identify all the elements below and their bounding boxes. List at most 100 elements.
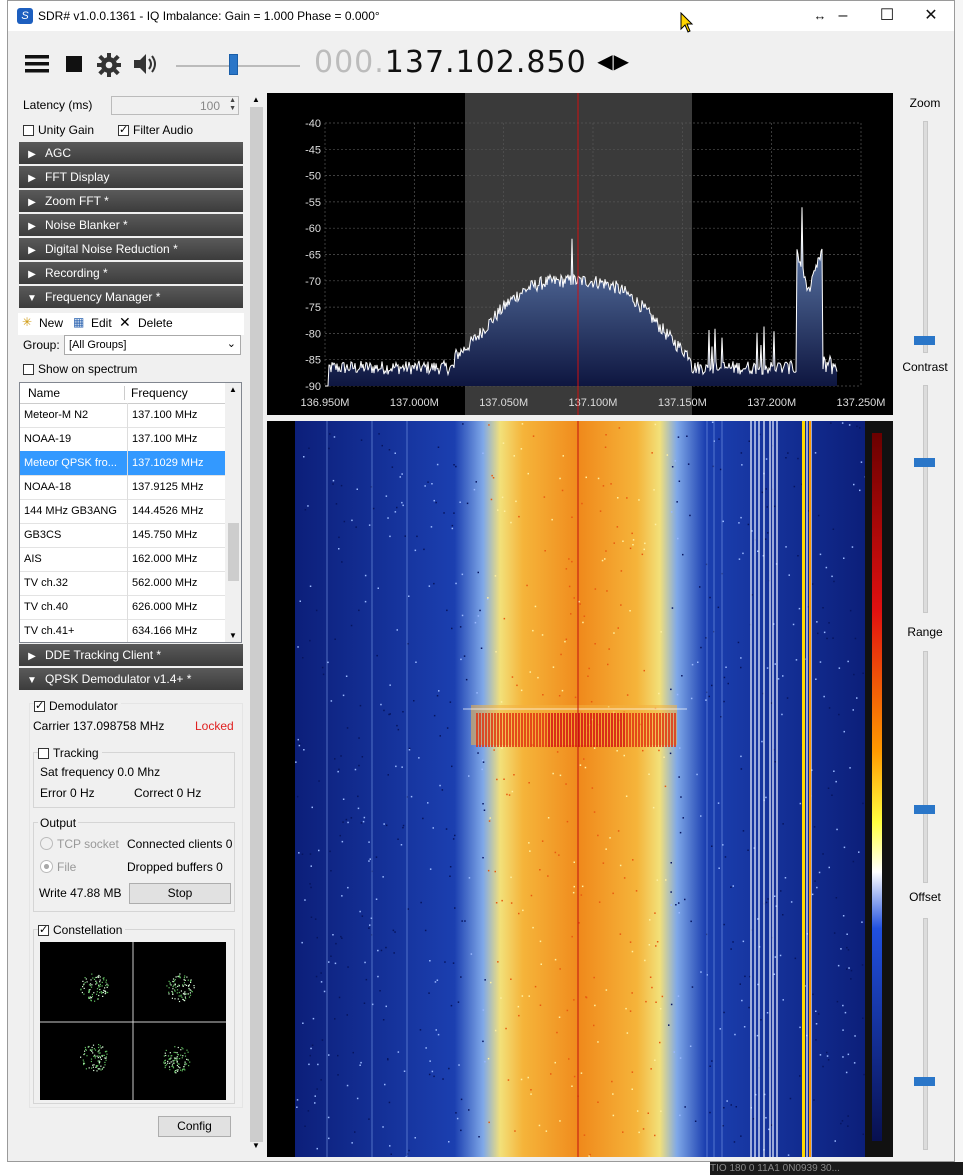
volume-slider-track[interactable] xyxy=(176,65,300,67)
constellation-point xyxy=(168,991,170,993)
tracking-checkbox[interactable]: Tracking xyxy=(38,746,102,760)
demodulator-checkbox[interactable]: Demodulator xyxy=(34,699,121,713)
spectrum-plot[interactable]: -40 -45 -50 -55 -60 -65 -70 -75 -80 -85 -90 136.950… xyxy=(267,93,893,415)
noise-speck xyxy=(358,737,360,739)
demodulator-box[interactable] xyxy=(34,699,45,712)
minimize-button[interactable]: – xyxy=(821,1,865,31)
delete-icon[interactable]: ✕ xyxy=(119,314,131,331)
noise-speck xyxy=(661,995,664,998)
section-noise-blanker[interactable]: ▶ Noise Blanker * xyxy=(19,214,243,236)
table-row-selected[interactable]: Meteor QPSK fro... 137.1029 MHz xyxy=(20,451,225,476)
tracking-box[interactable] xyxy=(38,748,49,759)
section-zoom-fft[interactable]: ▶ Zoom FFT * xyxy=(19,190,243,212)
zoom-slider-track[interactable] xyxy=(923,121,928,353)
noise-speck xyxy=(298,852,300,854)
latency-spinbox[interactable]: 100 ▲ ▼ xyxy=(111,96,239,115)
noise-speck xyxy=(670,904,672,906)
new-icon[interactable]: ✳ xyxy=(22,315,32,329)
show-on-spectrum-checkbox[interactable]: Show on spectrum xyxy=(23,362,137,376)
unity-gain-box[interactable] xyxy=(23,125,34,136)
stop-write-button[interactable]: Stop xyxy=(129,883,231,904)
edit-button[interactable]: Edit xyxy=(91,316,112,330)
config-button[interactable]: Config xyxy=(158,1116,231,1137)
constellation-point xyxy=(172,978,175,980)
noise-speck xyxy=(671,607,674,609)
section-digital-noise-reduction[interactable]: ▶ Digital Noise Reduction * xyxy=(19,238,243,260)
unity-gain-checkbox[interactable]: Unity Gain xyxy=(23,123,94,137)
noise-speck xyxy=(334,758,336,760)
contrast-slider-track[interactable] xyxy=(923,385,928,613)
table-row[interactable]: TV ch.41+ 634.166 MHz xyxy=(20,619,225,642)
constellation-point xyxy=(92,1064,94,1066)
constellation-point xyxy=(183,979,185,981)
new-button[interactable]: New xyxy=(39,316,63,330)
show-on-spectrum-box[interactable] xyxy=(23,364,34,375)
stop-icon xyxy=(66,56,82,72)
table-row[interactable]: GB3CS 145.750 MHz xyxy=(20,523,225,548)
panel-scrollbar-thumb[interactable] xyxy=(250,107,263,1142)
table-row[interactable]: 144 MHz GB3ANG 144.4526 MHz xyxy=(20,499,225,524)
tuning-arrows-icon[interactable]: ◀▶ xyxy=(597,49,630,73)
spectrum-display[interactable]: -40 -45 -50 -55 -60 -65 -70 -75 -80 -85 -90 136.950… xyxy=(267,93,893,415)
settings-button[interactable] xyxy=(96,51,126,81)
close-button[interactable]: ✕ xyxy=(909,1,953,31)
chevron-down-icon[interactable]: ⌄ xyxy=(227,337,236,350)
column-header-frequency[interactable]: Frequency xyxy=(124,386,188,400)
menu-button[interactable] xyxy=(24,51,54,81)
range-slider-thumb[interactable] xyxy=(914,805,935,814)
offset-slider-track[interactable] xyxy=(923,918,928,1150)
spin-arrows-icon[interactable]: ▲ ▼ xyxy=(229,97,236,113)
constellation-checkbox[interactable]: Constellation xyxy=(38,923,126,937)
offset-slider-thumb[interactable] xyxy=(914,1077,935,1086)
frequency-display[interactable]: 000.137.102.850 ◀▶ xyxy=(314,45,630,80)
noise-speck xyxy=(664,785,667,788)
noise-speck xyxy=(453,512,455,514)
scroll-down-icon[interactable]: ▼ xyxy=(229,631,237,640)
waterfall-display[interactable] xyxy=(267,421,893,1158)
group-select[interactable]: [All Groups] ⌄ xyxy=(64,335,241,355)
delete-button[interactable]: Delete xyxy=(138,316,173,330)
section-fft-display[interactable]: ▶ FFT Display xyxy=(19,166,243,188)
table-row[interactable]: AIS 162.000 MHz xyxy=(20,547,225,572)
noise-speck xyxy=(832,637,834,639)
noise-speck xyxy=(488,820,491,822)
contrast-slider-thumb[interactable] xyxy=(914,458,935,467)
zoom-slider-thumb[interactable] xyxy=(914,336,935,345)
section-qpsk-demodulator[interactable]: ▼ QPSK Demodulator v1.4+ * xyxy=(19,668,243,690)
waterfall-plot[interactable] xyxy=(267,421,893,1158)
panel-scrollbar[interactable]: ▲ ▼ xyxy=(248,93,265,1150)
maximize-button[interactable]: ☐ xyxy=(865,1,909,31)
constellation-box[interactable] xyxy=(38,923,49,936)
volume-slider-thumb[interactable] xyxy=(229,54,238,75)
section-label: AGC xyxy=(45,146,72,160)
table-row[interactable]: NOAA-18 137.9125 MHz xyxy=(20,475,225,500)
table-row[interactable]: Meteor-M N2 137.100 MHz xyxy=(20,403,225,428)
table-scrollbar[interactable]: ▲ ▼ xyxy=(225,383,241,642)
scroll-up-icon[interactable]: ▲ xyxy=(252,95,260,104)
table-row[interactable]: NOAA-19 137.100 MHz xyxy=(20,427,225,452)
table-row[interactable]: TV ch.32 562.000 MHz xyxy=(20,571,225,596)
table-scrollbar-thumb[interactable] xyxy=(228,523,239,581)
scroll-up-icon[interactable]: ▲ xyxy=(229,385,237,394)
range-slider-track[interactable] xyxy=(923,651,928,883)
column-header-name[interactable]: Name xyxy=(28,386,60,400)
table-row[interactable]: TV ch.40 626.000 MHz xyxy=(20,595,225,620)
section-dde-tracking-client[interactable]: ▶ DDE Tracking Client * xyxy=(19,644,243,666)
noise-speck xyxy=(717,802,720,804)
radio-icon[interactable] xyxy=(40,837,53,850)
frequency-value[interactable]: 137.102.850 xyxy=(385,45,587,80)
file-radio[interactable]: File xyxy=(40,860,76,874)
section-recording[interactable]: ▶ Recording * xyxy=(19,262,243,284)
noise-speck xyxy=(618,427,621,429)
tcp-socket-radio[interactable]: TCP socket xyxy=(40,837,119,851)
section-agc[interactable]: ▶ AGC xyxy=(19,142,243,164)
section-frequency-manager[interactable]: ▼ Frequency Manager * xyxy=(19,286,243,308)
edit-icon[interactable]: ▦ xyxy=(73,315,84,329)
radio-selected-icon[interactable] xyxy=(40,860,53,873)
scroll-down-icon[interactable]: ▼ xyxy=(252,1141,260,1150)
noise-speck xyxy=(296,795,299,798)
stop-button[interactable] xyxy=(64,51,94,81)
mute-button[interactable] xyxy=(132,51,162,81)
filter-audio-box[interactable] xyxy=(118,123,129,136)
filter-audio-checkbox[interactable]: Filter Audio xyxy=(118,123,193,137)
